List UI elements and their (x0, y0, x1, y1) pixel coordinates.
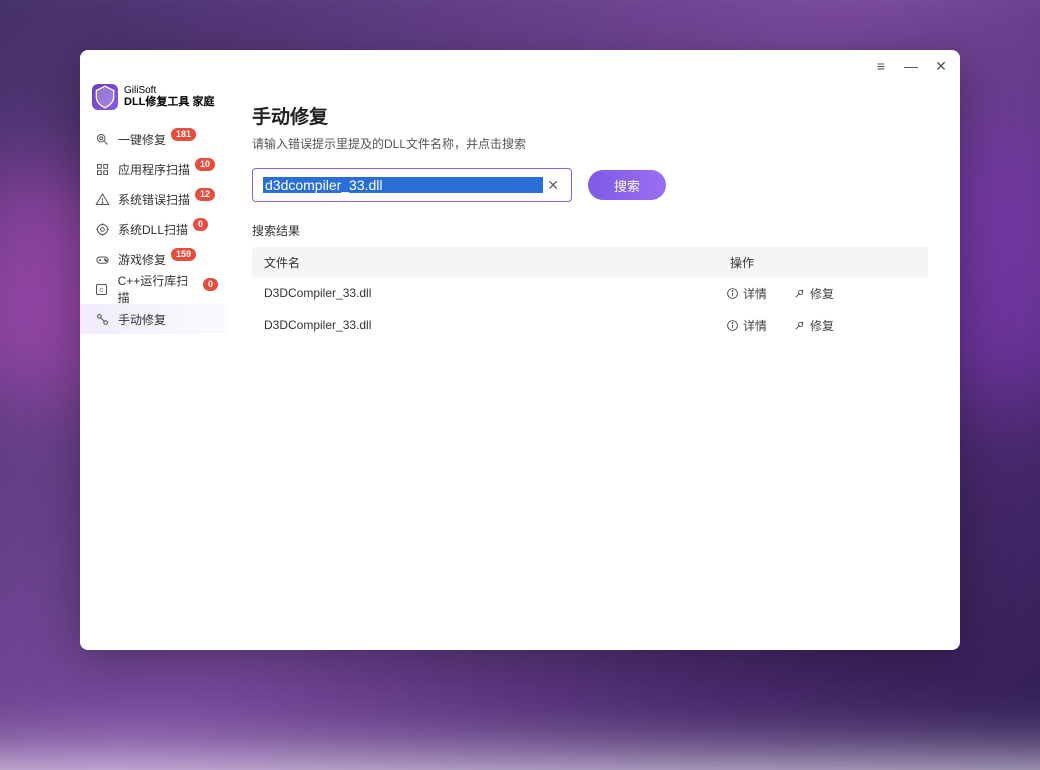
app-logo-icon (92, 84, 118, 110)
sidebar-badge: 0 (193, 218, 208, 231)
repair-button[interactable]: 修复 (793, 317, 834, 334)
detail-button[interactable]: 详情 (726, 317, 767, 334)
sidebar-item-5[interactable]: C C++运行库扫描 0 (80, 274, 228, 304)
brand: GiliSoft DLL修复工具 家庭 (80, 84, 228, 124)
page-subtitle: 请输入错误提示里提及的DLL文件名称，并点击搜索 (252, 135, 928, 152)
sidebar-item-6[interactable]: 手动修复 (80, 304, 228, 334)
sidebar-item-label: 手动修复 (118, 311, 166, 328)
page-title: 手动修复 (252, 102, 928, 129)
nav: 一键修复181应用程序扫描10系统错误扫描12系统DLL扫描0游戏修复159CC… (80, 124, 228, 334)
results-table: 文件名 操作 D3DCompiler_33.dll详情修复D3DCompiler… (252, 247, 928, 341)
sidebar-badge: 0 (203, 278, 218, 291)
sidebar-item-label: 游戏修复 (118, 251, 166, 268)
table-body: D3DCompiler_33.dll详情修复D3DCompiler_33.dll… (252, 277, 928, 341)
minimize-button[interactable]: — (902, 57, 920, 75)
titlebar: ≡ — ✕ (80, 50, 960, 82)
col-header-op: 操作 (718, 254, 928, 271)
sidebar-badge: 159 (171, 248, 196, 261)
sidebar-item-label: 系统DLL扫描 (118, 221, 188, 238)
clear-icon[interactable]: ✕ (543, 177, 563, 194)
detail-button[interactable]: 详情 (726, 285, 767, 302)
brand-line2: DLL修复工具 家庭 (124, 96, 214, 108)
sidebar-item-3[interactable]: 系统DLL扫描 0 (80, 214, 228, 244)
repair-button[interactable]: 修复 (793, 285, 834, 302)
results-label: 搜索结果 (252, 222, 928, 239)
sidebar-item-2[interactable]: 系统错误扫描 12 (80, 184, 228, 214)
runtime-icon: C (94, 281, 110, 297)
search-button[interactable]: 搜索 (588, 170, 666, 200)
sidebar-item-label: C++运行库扫描 (118, 272, 198, 306)
error-scan-icon (94, 191, 110, 207)
sidebar-item-0[interactable]: 一键修复 181 (80, 124, 228, 154)
sidebar-badge: 10 (195, 158, 215, 171)
sidebar-item-label: 系统错误扫描 (118, 191, 190, 208)
app-scan-icon (94, 161, 110, 177)
app-window: ≡ — ✕ GiliSoft DLL修复工具 家庭 一键修复 181 应用程序扫描 1… (80, 50, 960, 650)
sidebar: GiliSoft DLL修复工具 家庭 一键修复 181 应用程序扫描 10 系统错误扫… (80, 82, 228, 650)
table-header: 文件名 操作 (252, 247, 928, 277)
brand-line1: GiliSoft (124, 85, 214, 96)
sidebar-item-4[interactable]: 游戏修复 159 (80, 244, 228, 274)
manual-icon (94, 311, 110, 327)
main-panel: 手动修复 请输入错误提示里提及的DLL文件名称，并点击搜索 ✕ 搜索 搜索结果 … (228, 82, 960, 650)
col-header-file: 文件名 (252, 254, 718, 271)
game-icon (94, 251, 110, 267)
sidebar-badge: 181 (171, 128, 196, 141)
search-box[interactable]: ✕ (252, 168, 572, 202)
sidebar-item-1[interactable]: 应用程序扫描 10 (80, 154, 228, 184)
sidebar-item-label: 一键修复 (118, 131, 166, 148)
table-row: D3DCompiler_33.dll 详情 修复 (252, 277, 928, 309)
cell-filename: D3DCompiler_33.dll (252, 286, 718, 300)
sidebar-badge: 12 (195, 188, 215, 201)
cell-filename: D3DCompiler_33.dll (252, 318, 718, 332)
search-input[interactable] (263, 177, 543, 193)
dll-scan-icon (94, 221, 110, 237)
magnify-icon (94, 131, 110, 147)
svg-text:C: C (100, 288, 104, 294)
close-button[interactable]: ✕ (932, 57, 950, 75)
search-row: ✕ 搜索 (252, 168, 928, 202)
hamburger-icon[interactable]: ≡ (872, 57, 890, 75)
sidebar-item-label: 应用程序扫描 (118, 161, 190, 178)
table-row: D3DCompiler_33.dll 详情 修复 (252, 309, 928, 341)
